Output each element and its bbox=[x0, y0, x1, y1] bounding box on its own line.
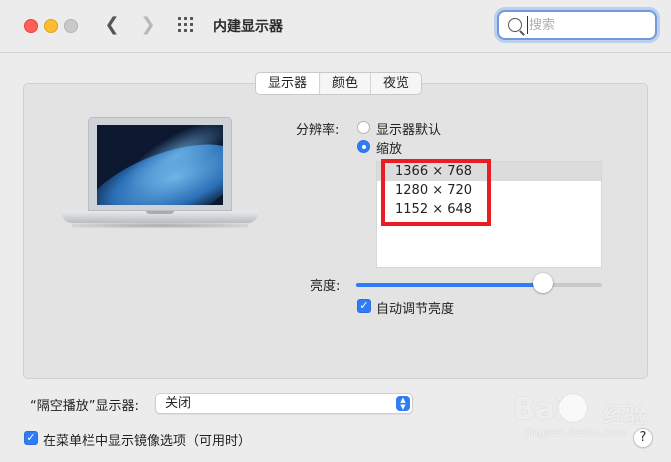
brightness-slider[interactable] bbox=[356, 283, 602, 287]
help-button[interactable]: ? bbox=[633, 428, 653, 448]
title-bar: ❮ ❯ 内建显示器 bbox=[0, 0, 671, 53]
radio-default-label[interactable]: 显示器默认 bbox=[376, 119, 441, 138]
tab-color[interactable]: 颜色 bbox=[319, 73, 370, 94]
mirroring-options-label[interactable]: 在菜单栏中显示镜像选项（可用时） bbox=[43, 430, 251, 449]
forward-arrow-icon[interactable]: ❯ bbox=[138, 15, 158, 35]
system-preferences-window: ❮ ❯ 内建显示器 显示器 颜色 夜览 分辨率: 显示器默认 缩放 1366 ×… bbox=[0, 0, 671, 462]
resolution-label: 分辨率: bbox=[296, 123, 340, 138]
chevron-up-down-icon: ▲ ▼ bbox=[396, 396, 410, 411]
watermark-logo: Bai bbox=[513, 392, 564, 427]
tab-display[interactable]: 显示器 bbox=[256, 73, 320, 94]
resolution-option[interactable]: 1366 × 768 bbox=[377, 162, 601, 181]
watermark-site: jingyan.baidu.com bbox=[525, 426, 627, 439]
paw-icon bbox=[559, 394, 587, 422]
brightness-label: 亮度: bbox=[310, 279, 341, 294]
laptop-image bbox=[62, 117, 258, 231]
zoom-window-button[interactable] bbox=[64, 19, 78, 33]
resolution-option[interactable]: 1152 × 648 bbox=[377, 200, 601, 219]
mirroring-options-checkbox[interactable]: ✓ bbox=[24, 431, 38, 445]
search-input[interactable] bbox=[527, 16, 651, 34]
brightness-slider-knob[interactable] bbox=[532, 273, 553, 293]
resolution-list[interactable]: 1366 × 768 1280 × 720 1152 × 648 bbox=[376, 161, 602, 268]
search-field[interactable] bbox=[497, 10, 657, 40]
minimize-window-button[interactable] bbox=[44, 19, 58, 33]
watermark-brand: 经验 bbox=[603, 404, 648, 429]
close-window-button[interactable] bbox=[24, 19, 38, 33]
search-icon bbox=[508, 18, 522, 32]
airplay-display-select[interactable]: 关闭 ▲ ▼ bbox=[155, 393, 413, 414]
auto-brightness-label[interactable]: 自动调节亮度 bbox=[376, 298, 454, 317]
tab-bar: 显示器 颜色 夜览 bbox=[255, 72, 423, 95]
tab-night-shift[interactable]: 夜览 bbox=[370, 73, 421, 94]
airplay-display-value: 关闭 bbox=[165, 396, 192, 411]
auto-brightness-checkbox[interactable]: ✓ bbox=[357, 299, 371, 313]
radio-scaled[interactable] bbox=[357, 140, 370, 153]
radio-default[interactable] bbox=[357, 121, 370, 134]
window-title: 内建显示器 bbox=[213, 19, 283, 35]
show-all-grid-icon[interactable] bbox=[178, 17, 196, 33]
brightness-slider-fill bbox=[356, 283, 543, 287]
radio-scaled-label[interactable]: 缩放 bbox=[376, 138, 402, 157]
back-arrow-icon[interactable]: ❮ bbox=[102, 15, 122, 35]
resolution-option[interactable]: 1280 × 720 bbox=[377, 181, 601, 200]
airplay-display-label: “隔空播放”显示器: bbox=[30, 399, 139, 414]
